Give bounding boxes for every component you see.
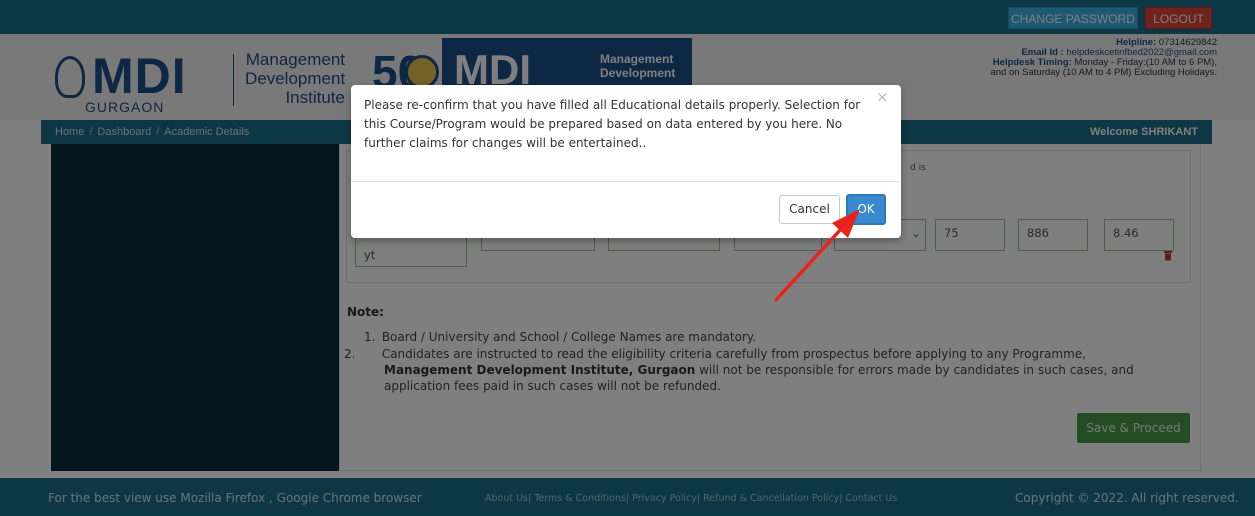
dialog-message: Please re-confirm that you have filled a…	[364, 98, 861, 150]
arrow-shaft	[774, 226, 844, 302]
annotation-arrow-icon	[774, 209, 860, 302]
close-icon[interactable]: ×	[876, 88, 889, 106]
dialog-divider	[351, 181, 901, 182]
modal-backdrop[interactable]	[0, 0, 1255, 516]
